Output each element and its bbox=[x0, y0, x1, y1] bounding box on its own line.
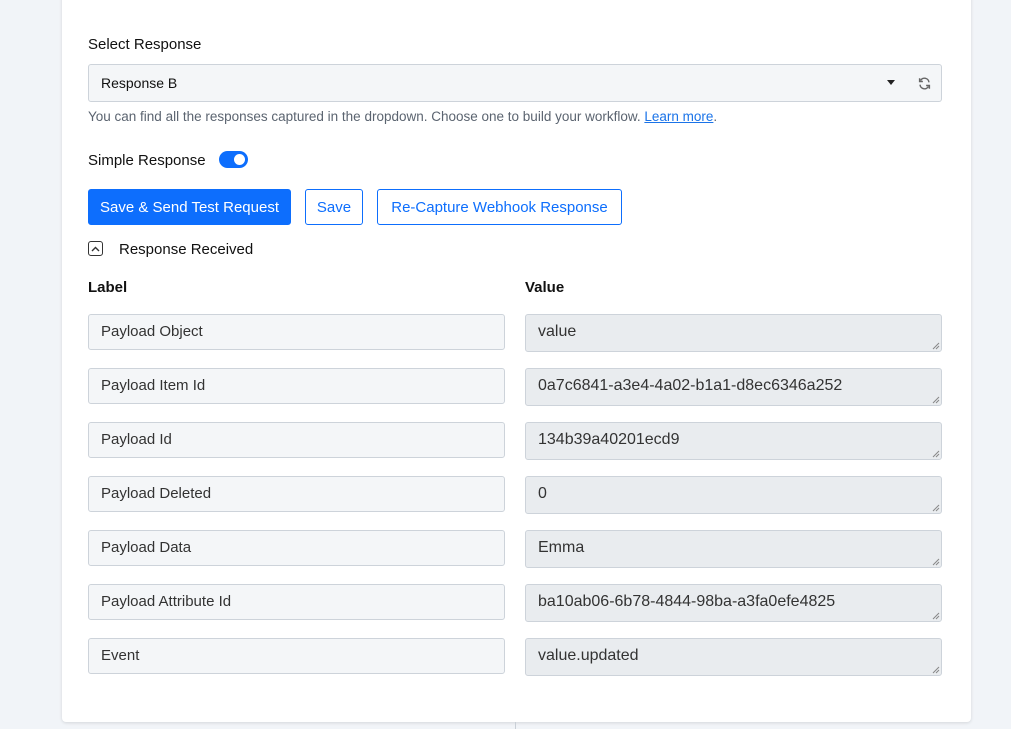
field-label: Payload Deleted bbox=[88, 476, 505, 512]
field-value[interactable]: 0 bbox=[525, 476, 942, 514]
workflow-step-card: Select Response Response B You can find … bbox=[62, 0, 971, 722]
response-select-group: Response B bbox=[88, 64, 942, 102]
table-row: Payload Id 134b39a40201ecd9 bbox=[88, 422, 942, 476]
field-value[interactable]: Emma bbox=[525, 530, 942, 568]
field-label: Event bbox=[88, 638, 505, 674]
recapture-webhook-response-button[interactable]: Re-Capture Webhook Response bbox=[377, 189, 622, 225]
field-value[interactable]: ba10ab06-6b78-4844-98ba-a3fa0efe4825 bbox=[525, 584, 942, 622]
field-value-text: 0 bbox=[538, 485, 547, 502]
field-value-text: Emma bbox=[538, 539, 585, 556]
response-fields-table: Payload Object value Payload Item Id 0a7… bbox=[88, 314, 942, 692]
resize-grip-icon[interactable] bbox=[932, 504, 940, 512]
field-value-text: ba10ab06-6b78-4844-98ba-a3fa0efe4825 bbox=[538, 593, 836, 610]
table-row: Payload Item Id 0a7c6841-a3e4-4a02-b1a1-… bbox=[88, 368, 942, 422]
refresh-icon bbox=[918, 76, 930, 90]
save-and-send-test-request-button[interactable]: Save & Send Test Request bbox=[88, 189, 291, 225]
field-value[interactable]: value.updated bbox=[525, 638, 942, 676]
table-row: Payload Deleted 0 bbox=[88, 476, 942, 530]
chevron-up-icon[interactable] bbox=[88, 241, 103, 256]
save-button[interactable]: Save bbox=[305, 189, 363, 225]
help-text-suffix: . bbox=[713, 109, 718, 124]
resize-grip-icon[interactable] bbox=[932, 666, 940, 674]
value-column-header: Value bbox=[525, 279, 565, 296]
simple-response-label: Simple Response bbox=[88, 152, 206, 169]
response-select-value: Response B bbox=[101, 75, 178, 91]
table-row: Event value.updated bbox=[88, 638, 942, 692]
select-response-help: You can find all the responses captured … bbox=[88, 109, 717, 124]
resize-grip-icon[interactable] bbox=[932, 342, 940, 350]
field-value-text: value.updated bbox=[538, 647, 639, 664]
resize-grip-icon[interactable] bbox=[932, 612, 940, 620]
connector-line bbox=[515, 722, 516, 729]
resize-grip-icon[interactable] bbox=[932, 558, 940, 566]
table-row: Payload Object value bbox=[88, 314, 942, 368]
field-label: Payload Object bbox=[88, 314, 505, 350]
resize-grip-icon[interactable] bbox=[932, 450, 940, 458]
field-label: Payload Data bbox=[88, 530, 505, 566]
field-value[interactable]: 0a7c6841-a3e4-4a02-b1a1-d8ec6346a252 bbox=[525, 368, 942, 406]
field-label: Payload Item Id bbox=[88, 368, 505, 404]
response-select[interactable]: Response B bbox=[88, 64, 908, 102]
simple-response-toggle[interactable] bbox=[219, 151, 248, 168]
field-value-text: 134b39a40201ecd9 bbox=[538, 431, 680, 448]
select-response-label: Select Response bbox=[88, 36, 202, 53]
help-text-body: You can find all the responses captured … bbox=[88, 109, 641, 124]
label-column-header: Label bbox=[88, 279, 128, 296]
table-row: Payload Data Emma bbox=[88, 530, 942, 584]
field-label: Payload Id bbox=[88, 422, 505, 458]
caret-down-icon bbox=[887, 80, 895, 85]
refresh-responses-button[interactable] bbox=[907, 64, 942, 102]
field-label: Payload Attribute Id bbox=[88, 584, 505, 620]
field-value-text: 0a7c6841-a3e4-4a02-b1a1-d8ec6346a252 bbox=[538, 377, 843, 394]
field-value[interactable]: 134b39a40201ecd9 bbox=[525, 422, 942, 460]
table-row: Payload Attribute Id ba10ab06-6b78-4844-… bbox=[88, 584, 942, 638]
toggle-knob bbox=[234, 154, 245, 165]
learn-more-link[interactable]: Learn more bbox=[644, 109, 713, 124]
field-value-text: value bbox=[538, 323, 577, 340]
field-value[interactable]: value bbox=[525, 314, 942, 352]
response-received-title: Response Received bbox=[119, 241, 254, 258]
resize-grip-icon[interactable] bbox=[932, 396, 940, 404]
